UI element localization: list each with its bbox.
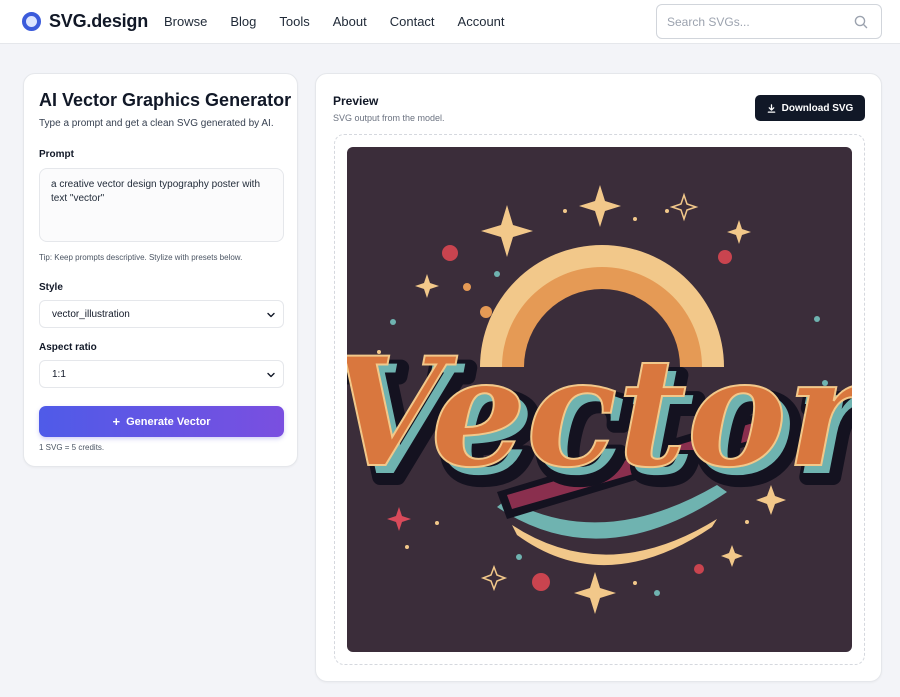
nav-tools[interactable]: Tools xyxy=(279,14,309,29)
main-nav: Browse Blog Tools About Contact Account xyxy=(164,14,528,29)
preview-panel: Preview SVG output from the model. Downl… xyxy=(315,73,882,682)
logo-text: SVG.design xyxy=(49,11,149,31)
generated-artwork: Vector Vector Vector xyxy=(347,147,852,652)
search-input[interactable] xyxy=(667,13,847,31)
preview-title: Preview xyxy=(333,94,379,108)
logo[interactable]: SVG.design xyxy=(22,11,148,32)
nav-browse[interactable]: Browse xyxy=(164,14,207,29)
aspect-ratio-value: 1:1 xyxy=(52,369,66,380)
style-label: Style xyxy=(39,282,63,293)
vector-artwork-image: Vector Vector Vector xyxy=(347,185,852,614)
credits-note: 1 SVG = 5 credits. xyxy=(39,443,105,452)
plus-icon: + xyxy=(112,414,121,429)
prompt-textarea[interactable]: a creative vector design typography post… xyxy=(39,168,284,242)
search-icon[interactable] xyxy=(853,14,869,30)
logo-circle-icon xyxy=(22,12,41,31)
style-select[interactable]: vector_illustration xyxy=(39,300,284,328)
nav-contact[interactable]: Contact xyxy=(390,14,435,29)
generate-vector-button[interactable]: + Generate Vector xyxy=(39,406,284,437)
preview-frame: Vector Vector Vector xyxy=(334,134,865,665)
nav-account[interactable]: Account xyxy=(458,14,505,29)
top-navbar: SVG.design Browse Blog Tools About Conta… xyxy=(0,0,900,44)
prompt-label: Prompt xyxy=(39,149,74,160)
generator-subtitle: Type a prompt and get a clean SVG genera… xyxy=(39,118,274,129)
download-svg-button[interactable]: Download SVG xyxy=(755,95,865,121)
artwork-word: Vector xyxy=(347,325,852,501)
style-select-value: vector_illustration xyxy=(52,309,130,320)
prompt-tip: Tip: Keep prompts descriptive. Stylize w… xyxy=(39,253,243,262)
nav-about[interactable]: About xyxy=(333,14,367,29)
download-icon xyxy=(767,103,775,113)
preview-subtitle: SVG output from the model. xyxy=(333,113,445,123)
generate-button-label: Generate Vector xyxy=(126,415,211,428)
generator-title: AI Vector Graphics Generator xyxy=(39,90,292,110)
nav-blog[interactable]: Blog xyxy=(230,14,256,29)
chevron-down-icon xyxy=(267,372,275,378)
search-box xyxy=(656,4,882,39)
aspect-ratio-label: Aspect ratio xyxy=(39,342,97,353)
download-button-label: Download SVG xyxy=(781,102,854,114)
generator-panel: AI Vector Graphics Generator Type a prom… xyxy=(23,73,298,467)
aspect-ratio-select[interactable]: 1:1 xyxy=(39,360,284,388)
chevron-down-icon xyxy=(267,312,275,318)
